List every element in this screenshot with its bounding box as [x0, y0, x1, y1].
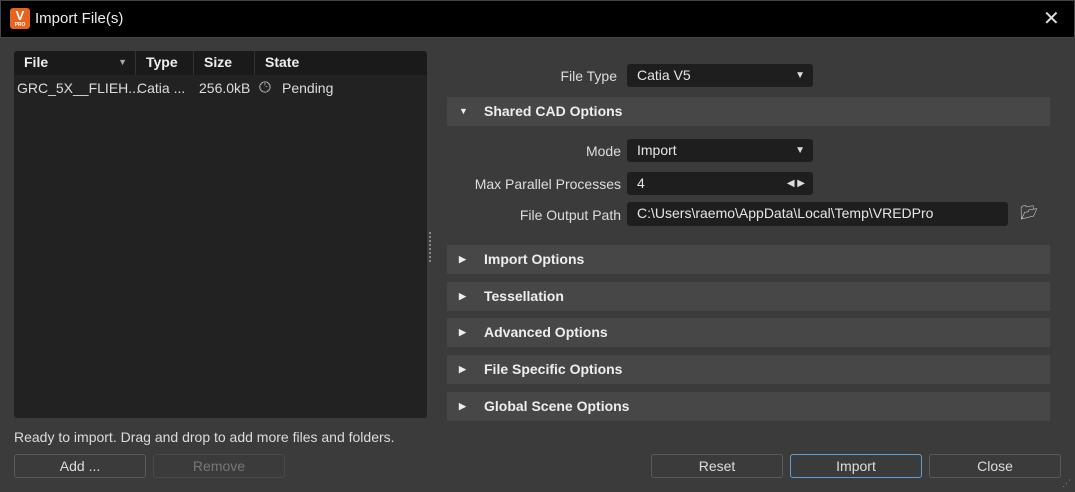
column-header-size[interactable]: Size [194, 51, 255, 75]
clock-icon: 🕒︎ [259, 79, 271, 96]
sort-icon: ▼ [118, 57, 127, 67]
file-type-label: File Type [560, 68, 617, 84]
file-size: 256.0kB [199, 80, 251, 96]
splitter-handle[interactable] [429, 232, 432, 262]
chevron-down-icon: ▼ [795, 145, 805, 156]
file-output-path-input[interactable]: C:\Users\raemo\AppData\Local\Temp\VREDPr… [627, 202, 1008, 226]
collapsed-icon: ▶ [459, 291, 466, 301]
folder-open-icon[interactable]: 📂︎ [1020, 204, 1038, 221]
remove-button[interactable]: Remove [153, 454, 285, 478]
section-shared-cad-options[interactable]: ▼ Shared CAD Options [447, 97, 1050, 126]
section-file-specific-options[interactable]: ▶ File Specific Options [447, 355, 1050, 384]
file-name: GRC_5X__FLIEH... [17, 80, 140, 96]
file-output-path-label: File Output Path [519, 207, 621, 223]
mode-label: Mode [585, 143, 621, 159]
file-type: Catia ... [137, 80, 186, 96]
file-list[interactable]: File ▼ Type Size State GRC_5X__FLIEH... C… [14, 51, 427, 418]
section-import-options[interactable]: ▶ Import Options [447, 245, 1050, 274]
column-header-type[interactable]: Type [136, 51, 194, 75]
add-button[interactable]: Add ... [14, 454, 146, 478]
mode-dropdown[interactable]: Import ▼ [627, 139, 813, 162]
chevron-down-icon: ▼ [795, 70, 805, 81]
max-parallel-label: Max Parallel Processes [474, 176, 621, 192]
section-global-scene-options[interactable]: ▶ Global Scene Options [447, 392, 1050, 421]
collapsed-icon: ▶ [459, 401, 466, 411]
collapsed-icon: ▶ [459, 364, 466, 374]
section-advanced-options[interactable]: ▶ Advanced Options [447, 318, 1050, 347]
close-button[interactable]: Close [929, 454, 1061, 478]
file-type-dropdown[interactable]: Catia V5 ▼ [627, 64, 813, 87]
reset-button[interactable]: Reset [651, 454, 783, 478]
collapsed-icon: ▶ [459, 254, 466, 264]
expanded-icon: ▼ [459, 106, 468, 116]
title-bar [0, 0, 1075, 38]
import-button[interactable]: Import [790, 454, 922, 478]
collapsed-icon: ▶ [459, 327, 466, 337]
app-logo-icon: V PRO [10, 8, 30, 29]
close-window-icon[interactable]: ✕ [1043, 6, 1060, 31]
window-title: Import File(s) [35, 10, 124, 27]
column-header-file[interactable]: File ▼ [14, 51, 136, 75]
resize-grip-icon[interactable]: ⋰ [1062, 478, 1071, 489]
status-text: Ready to import. Drag and drop to add mo… [14, 429, 395, 445]
spin-arrows-icon[interactable]: ◀ ▶ [787, 172, 805, 195]
max-parallel-spinbox[interactable]: 4 ◀ ▶ [627, 172, 813, 195]
section-tessellation[interactable]: ▶ Tessellation [447, 282, 1050, 311]
